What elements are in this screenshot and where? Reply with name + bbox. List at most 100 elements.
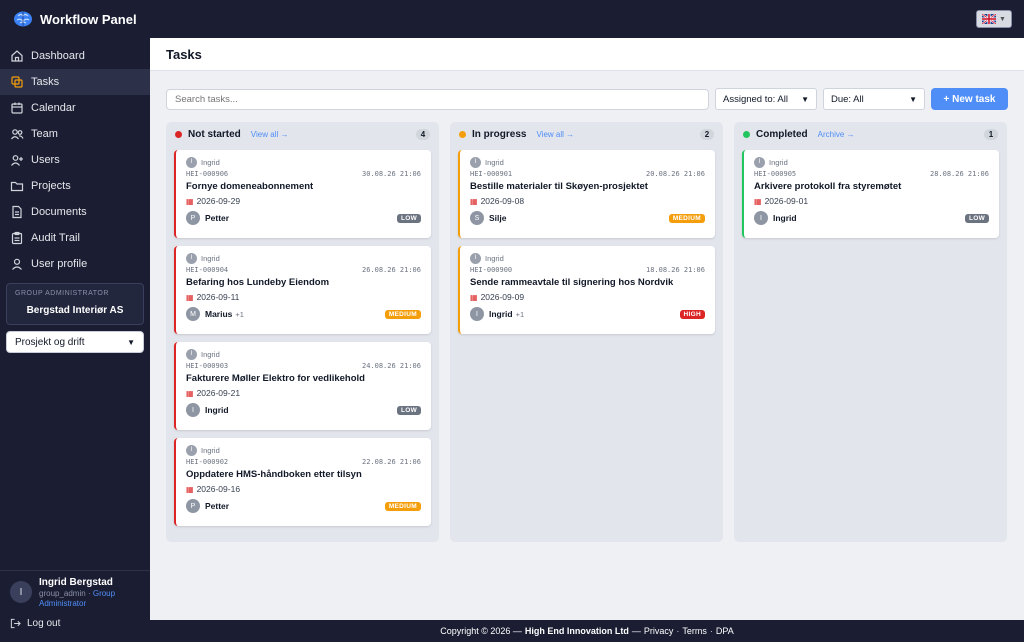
search-input[interactable] — [166, 88, 709, 110]
sidebar-item-calendar[interactable]: Calendar — [0, 95, 150, 121]
task-title: Befaring hos Lundeby Eiendom — [186, 277, 330, 288]
sidebar-item-user-profile[interactable]: User profile — [0, 251, 150, 277]
clipboard-icon — [10, 231, 24, 245]
due-date: 2026-09-11 — [196, 292, 240, 302]
sidebar-item-label: User profile — [31, 258, 88, 270]
sidebar-item-label: Users — [31, 154, 60, 166]
department-select[interactable]: Prosjekt og drift ▼ — [6, 331, 144, 353]
calendar-icon: ▦ — [470, 292, 478, 302]
task-id: HEI-000900 — [470, 266, 513, 274]
column-in-progress: In progress View all → 2 I Ingrid HEI-000901 2… — [450, 122, 723, 542]
page-title: Tasks — [166, 46, 202, 62]
user-icon — [10, 257, 24, 271]
task-card[interactable]: I Ingrid HEI-000900 18.08.26 21:06 Sende ram… — [458, 246, 715, 334]
task-due: ▦ 2026-09-08 — [470, 196, 705, 206]
sidebar-item-label: Tasks — [31, 76, 60, 88]
company-name: High End Innovation Ltd — [524, 626, 629, 636]
card-meta: HEI-000902 22.08.26 21:06 — [186, 458, 421, 466]
task-title: Oppdatere HMS-håndboken etter tilsyn — [186, 469, 362, 480]
task-created: 26.08.26 21:06 — [361, 266, 421, 274]
terms-link[interactable]: Terms — [682, 626, 707, 636]
calendar-icon: ▦ — [186, 388, 194, 398]
language-switcher[interactable]: ▼ — [976, 10, 1012, 28]
card-meta: HEI-000906 30.08.26 21:06 — [186, 170, 421, 178]
task-created: 18.08.26 21:06 — [645, 266, 705, 274]
task-title: Sende rammeavtale til signering hos Nord… — [470, 277, 674, 288]
dpa-link[interactable]: DPA — [716, 626, 734, 636]
task-card[interactable]: I Ingrid HEI-000902 22.08.26 21:06 Oppdatere… — [174, 438, 431, 526]
column-view-link[interactable]: View all → — [251, 130, 289, 139]
task-card[interactable]: I Ingrid HEI-000906 30.08.26 21:06 Fornye do… — [174, 150, 431, 238]
task-created: 20.08.26 21:06 — [645, 170, 705, 178]
footer-dash: — — [631, 626, 641, 636]
sidebar-item-tasks[interactable]: Tasks — [0, 69, 150, 95]
task-card[interactable]: I Ingrid HEI-000903 24.08.26 21:06 Fakturere… — [174, 342, 431, 430]
calendar-icon: ▦ — [470, 196, 478, 206]
card-meta: HEI-000905 28.08.26 21:06 — [754, 170, 989, 178]
sidebar-item-documents[interactable]: Documents — [0, 199, 150, 225]
task-id: HEI-000904 — [186, 266, 229, 274]
sidebar-item-audit-trail[interactable]: Audit Trail — [0, 225, 150, 251]
sidebar-item-dashboard[interactable]: Dashboard — [0, 43, 150, 69]
main-content: Tasks Assigned to: All ▼ Due: All ▼ + Ne… — [150, 38, 1024, 620]
card-footer: I Ingrid +1 HIGH — [470, 306, 705, 322]
column-header: Not started View all → 4 — [166, 122, 439, 146]
user-block: I Ingrid Bergstad group_admin · Group Ad… — [0, 570, 150, 642]
assigned-to-filter[interactable]: Assigned to: All ▼ — [715, 88, 817, 110]
sidebar-item-projects[interactable]: Projects — [0, 173, 150, 199]
column-count-badge: 1 — [984, 128, 998, 140]
sidebar-item-team[interactable]: Team — [0, 121, 150, 147]
task-id: HEI-000905 — [754, 170, 797, 178]
footer: Copyright © 2026 — High End Innovation L… — [150, 620, 1024, 642]
user-info: Ingrid Bergstad group_admin · Group Admi… — [39, 577, 140, 609]
creator-name: Ingrid — [201, 253, 220, 263]
task-card[interactable]: I Ingrid HEI-000901 20.08.26 21:06 Bestille … — [458, 150, 715, 238]
copyright-text: Copyright © 2026 — — [440, 626, 522, 636]
card-meta: HEI-000903 24.08.26 21:06 — [186, 362, 421, 370]
task-title: Bestille materialer til Skøyen-prosjekte… — [470, 181, 648, 192]
assignee-name: Ingrid — [205, 405, 229, 415]
creator-name: Ingrid — [201, 349, 220, 359]
task-card[interactable]: I Ingrid HEI-000904 26.08.26 21:06 Befaring … — [174, 246, 431, 334]
assignee-avatar: P — [186, 211, 200, 225]
calendar-icon: ▦ — [186, 484, 194, 494]
sidebar-item-label: Audit Trail — [31, 232, 80, 244]
page-header: Tasks — [150, 38, 1024, 71]
brain-logo-icon — [12, 8, 34, 30]
creator-avatar: I — [186, 252, 197, 264]
new-task-button[interactable]: + New task — [931, 88, 1008, 110]
task-card[interactable]: I Ingrid HEI-000905 28.08.26 21:06 Arkivere … — [742, 150, 999, 238]
column-not-started: Not started View all → 4 I Ingrid HEI-000906 3… — [166, 122, 439, 542]
chevron-down-icon: ▼ — [801, 94, 809, 104]
column-view-link[interactable]: Archive → — [818, 130, 855, 139]
task-due: ▦ 2026-09-01 — [754, 196, 989, 206]
task-id: HEI-000901 — [470, 170, 513, 178]
sidebar-item-users[interactable]: Users — [0, 147, 150, 173]
card-creator: I Ingrid — [186, 348, 421, 360]
current-user: I Ingrid Bergstad group_admin · Group Ad… — [10, 577, 140, 609]
column-header: Completed Archive → 1 — [734, 122, 1007, 146]
card-creator: I Ingrid — [470, 156, 705, 168]
assignee-name: Petter — [205, 501, 230, 511]
sidebar-nav: Dashboard Tasks Calendar Team Users Proj… — [0, 38, 150, 277]
column-header: In progress View all → 2 — [450, 122, 723, 146]
logout-button[interactable]: Log out — [10, 618, 140, 629]
top-bar: Workflow Panel ▼ — [0, 0, 1024, 38]
due-date: 2026-09-09 — [480, 292, 525, 302]
task-due: ▦ 2026-09-29 — [186, 196, 421, 206]
privacy-link[interactable]: Privacy — [644, 626, 674, 636]
creator-name: Ingrid — [769, 157, 788, 167]
due-filter[interactable]: Due: All ▼ — [823, 88, 925, 110]
task-due: ▦ 2026-09-16 — [186, 484, 421, 494]
card-meta: HEI-000904 26.08.26 21:06 — [186, 266, 421, 274]
card-footer: P Petter LOW — [186, 210, 421, 226]
creator-avatar: I — [186, 348, 197, 360]
app-title: Workflow Panel — [40, 11, 137, 27]
priority-badge: LOW — [964, 213, 989, 223]
logout-label: Log out — [27, 618, 61, 629]
column-view-link[interactable]: View all → — [536, 130, 574, 139]
creator-name: Ingrid — [201, 157, 220, 167]
task-due: ▦ 2026-09-09 — [470, 292, 705, 302]
sidebar-item-label: Dashboard — [31, 50, 85, 62]
assignee-name: Marius — [205, 309, 233, 319]
